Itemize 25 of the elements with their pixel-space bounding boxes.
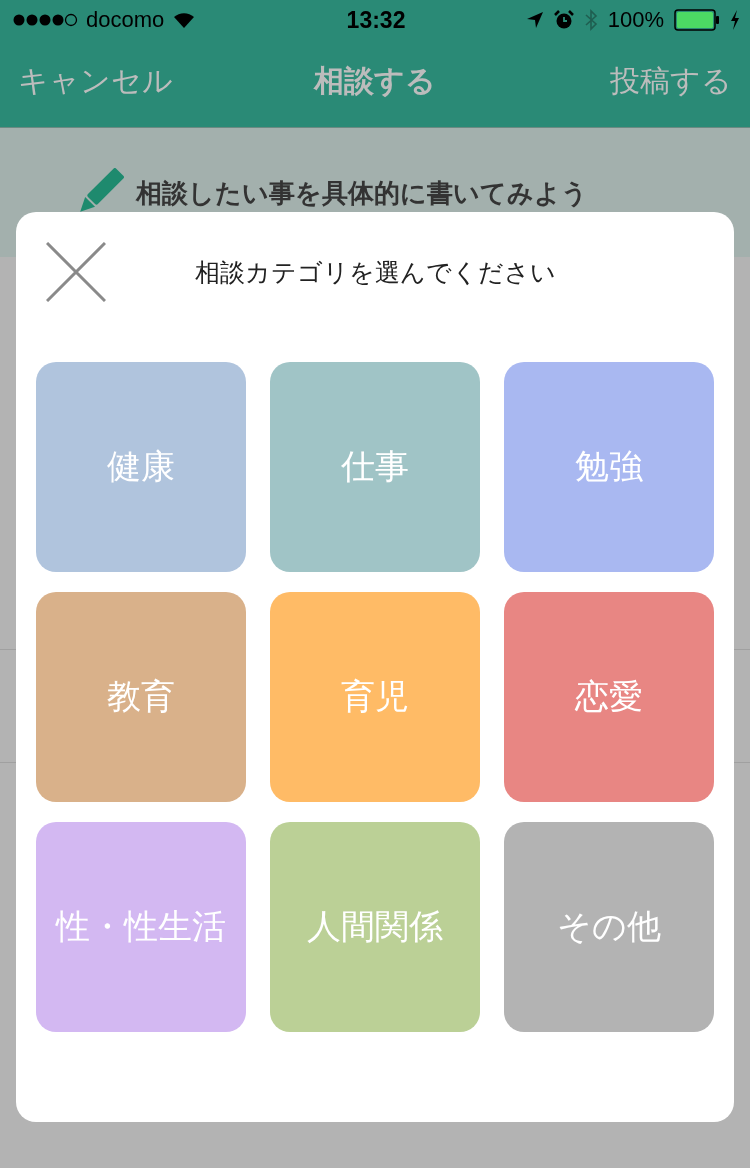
location-icon xyxy=(525,11,544,29)
alarm-icon xyxy=(553,10,574,30)
cancel-button[interactable]: キャンセル xyxy=(18,61,173,102)
post-button[interactable]: 投稿する xyxy=(610,61,732,102)
bluetooth-icon xyxy=(583,9,598,31)
charging-icon xyxy=(730,10,740,30)
carrier-name: docomo xyxy=(86,7,165,33)
battery-icon xyxy=(674,9,720,31)
hint-text: 相談したい事を具体的に書いてみよう xyxy=(136,177,588,210)
close-icon[interactable] xyxy=(46,242,106,302)
category-tile[interactable]: 健康 xyxy=(36,362,246,572)
nav-title: 相談する xyxy=(314,62,436,100)
category-tile[interactable]: 恋愛 xyxy=(504,592,714,802)
signal-icon xyxy=(12,13,78,27)
wifi-icon xyxy=(172,11,197,29)
status-time: 13:32 xyxy=(346,6,406,34)
category-tile[interactable]: 育児 xyxy=(270,592,480,802)
category-tile[interactable]: 教育 xyxy=(36,592,246,802)
category-tile[interactable]: 人間関係 xyxy=(270,822,480,1032)
battery-percent: 100% xyxy=(607,7,664,33)
category-tile[interactable]: 性・性生活 xyxy=(36,822,246,1032)
category-tile[interactable]: 仕事 xyxy=(270,362,480,572)
category-tile[interactable]: その他 xyxy=(504,822,714,1032)
category-tile[interactable]: 勉強 xyxy=(504,362,714,572)
modal-title: 相談カテゴリを選んでください xyxy=(194,256,556,289)
